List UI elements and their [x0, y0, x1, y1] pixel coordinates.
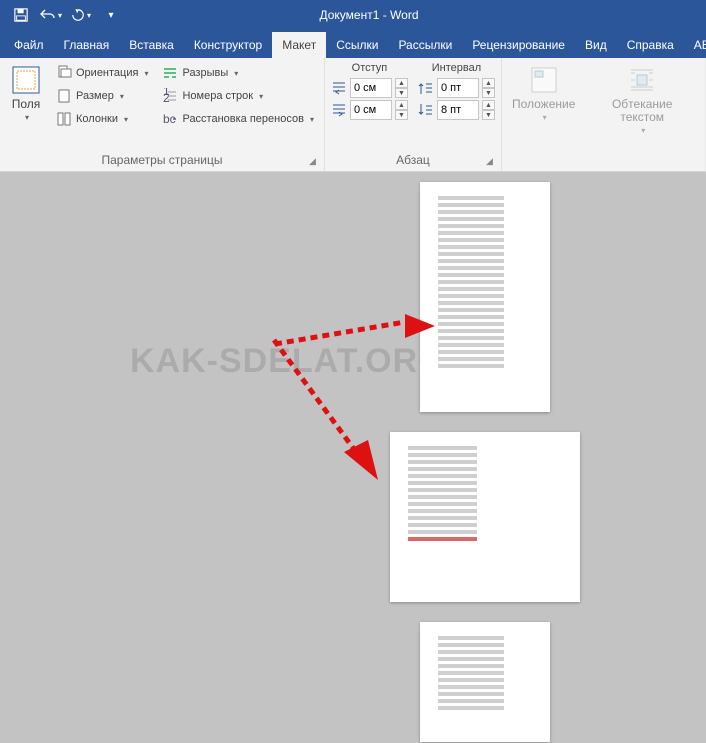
spacing-header: Интервал — [418, 62, 495, 76]
paragraph-launcher-icon[interactable]: ◢ — [486, 156, 493, 167]
columns-icon — [56, 111, 72, 127]
page-3-portrait[interactable] — [420, 622, 550, 742]
tab-review[interactable]: Рецензирование — [462, 32, 575, 58]
tab-abbyy[interactable]: ABB — [684, 32, 706, 58]
indent-header: Отступ — [331, 62, 408, 76]
redo-icon[interactable]: ▾ — [68, 3, 94, 27]
spacing-before-down[interactable]: ▼ — [482, 88, 495, 98]
line-numbers-icon: 12 — [162, 88, 178, 104]
undo-icon[interactable]: ▾ — [38, 3, 64, 27]
ribbon: Поля▾ Ориентация▾ Размер▾ Колонки▾ — [0, 58, 706, 172]
tab-references[interactable]: Ссылки — [326, 32, 388, 58]
tab-insert[interactable]: Вставка — [119, 32, 184, 58]
ribbon-tabs: Файл Главная Вставка Конструктор Макет С… — [0, 30, 706, 58]
position-button: Положение▾ — [508, 62, 579, 138]
line-numbers-button[interactable]: 12 Номера строк▾ — [158, 85, 318, 107]
group-label-page-setup: Параметры страницы ◢ — [6, 151, 318, 169]
tab-view[interactable]: Вид — [575, 32, 617, 58]
indent-left-input[interactable] — [350, 78, 392, 98]
qat-customize-icon[interactable]: ▾ — [98, 3, 124, 27]
tab-help[interactable]: Справка — [617, 32, 684, 58]
spacing-after-down[interactable]: ▼ — [482, 110, 495, 120]
spacing-before-input[interactable] — [437, 78, 479, 98]
document-area[interactable]: KAK-SDELAT.ORG — [0, 172, 706, 743]
breaks-button[interactable]: Разрывы▾ — [158, 62, 318, 84]
indent-left-up[interactable]: ▲ — [395, 78, 408, 88]
spacing-before-up[interactable]: ▲ — [482, 78, 495, 88]
indent-right-down[interactable]: ▼ — [395, 110, 408, 120]
orientation-icon — [56, 65, 72, 81]
spacing-after-icon — [418, 102, 434, 118]
indent-left-icon — [331, 80, 347, 96]
svg-text:2: 2 — [163, 91, 170, 104]
indent-left-down[interactable]: ▼ — [395, 88, 408, 98]
margins-button[interactable]: Поля▾ — [6, 62, 46, 130]
wrap-text-button: Обтекание текстом▾ — [585, 62, 699, 138]
hyphenation-icon: bc — [162, 111, 178, 127]
wrap-text-icon — [626, 64, 658, 96]
group-label-paragraph: Абзац ◢ — [331, 151, 495, 169]
page-2-landscape[interactable] — [390, 432, 580, 602]
position-icon — [528, 64, 560, 96]
window-title: Документ1 - Word — [132, 8, 606, 22]
page-setup-launcher-icon[interactable]: ◢ — [309, 156, 316, 167]
indent-right-input[interactable] — [350, 100, 392, 120]
margins-icon — [10, 64, 42, 96]
save-icon[interactable] — [8, 3, 34, 27]
breaks-icon — [162, 65, 178, 81]
tab-home[interactable]: Главная — [54, 32, 120, 58]
size-button[interactable]: Размер▾ — [52, 85, 152, 107]
columns-button[interactable]: Колонки▾ — [52, 108, 152, 130]
orientation-button[interactable]: Ориентация▾ — [52, 62, 152, 84]
spacing-after-input[interactable] — [437, 100, 479, 120]
tab-design[interactable]: Конструктор — [184, 32, 272, 58]
spacing-before-icon — [418, 80, 434, 96]
annotation-arrow-2 — [266, 332, 396, 492]
tab-layout[interactable]: Макет — [272, 32, 326, 58]
spacing-after-up[interactable]: ▲ — [482, 100, 495, 110]
tab-mailings[interactable]: Рассылки — [388, 32, 462, 58]
indent-right-icon — [331, 102, 347, 118]
indent-right-up[interactable]: ▲ — [395, 100, 408, 110]
page-1-portrait[interactable] — [420, 182, 550, 412]
size-icon — [56, 88, 72, 104]
tab-file[interactable]: Файл — [4, 32, 54, 58]
hyphenation-button[interactable]: bc Расстановка переносов▾ — [158, 108, 318, 130]
